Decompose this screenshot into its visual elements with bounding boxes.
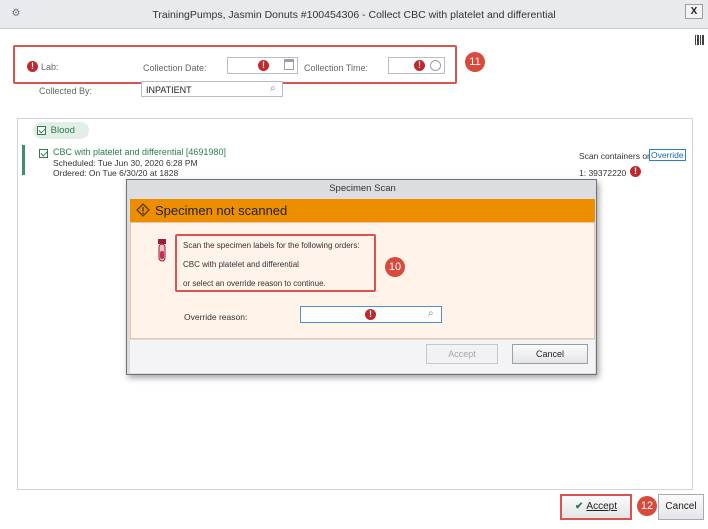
override-reason-required-icon: ! <box>365 309 376 320</box>
barcode-icon[interactable] <box>695 35 705 45</box>
window-title-bar: ⚙ TrainingPumps, Jasmin Donuts #10045430… <box>0 0 708 29</box>
warning-banner-text: Specimen not scanned <box>155 203 288 218</box>
callout-10: 10 <box>385 257 405 277</box>
callout-12: 12 <box>637 496 657 516</box>
override-reason-label: Override reason: <box>184 312 248 322</box>
container-required-icon: ! <box>630 166 641 177</box>
order-checkbox[interactable] <box>39 148 48 159</box>
instruction-line-3: or select an override reason to continue… <box>183 279 326 288</box>
instruction-line-2: CBC with platelet and differential <box>183 260 299 269</box>
override-search-icon[interactable]: ⌕ <box>428 308 434 319</box>
search-icon[interactable]: ⌕ <box>270 83 276 94</box>
dialog-footer: Accept Cancel <box>130 340 595 373</box>
clock-icon[interactable] <box>430 60 441 71</box>
collection-time-field[interactable]: ! <box>388 57 445 74</box>
container-id: 1: 39372220 <box>579 168 627 178</box>
collected-by-value: INPATIENT <box>146 85 192 95</box>
dialog-title: Specimen Scan <box>329 183 396 194</box>
order-ordered: Ordered: On Tue 6/30/20 at 1828 <box>53 168 179 178</box>
window-title: TrainingPumps, Jasmin Donuts #100454306 … <box>152 9 556 21</box>
accept-button[interactable]: ✔ Accept <box>560 494 632 520</box>
order-accent-bar <box>22 145 25 175</box>
collected-by-field[interactable]: INPATIENT ⌕ <box>141 81 283 97</box>
lab-required-icon: ! <box>27 61 38 72</box>
dialog-cancel-button[interactable]: Cancel <box>512 344 588 364</box>
calendar-icon[interactable] <box>284 59 294 70</box>
close-button[interactable]: X <box>685 4 703 19</box>
scan-containers-text: Scan containers or <box>579 151 650 161</box>
order-scheduled: Scheduled: Tue Jun 30, 2020 6:28 PM <box>53 158 198 168</box>
warning-icon <box>136 203 150 217</box>
collection-time-required-icon: ! <box>414 60 425 71</box>
blood-group-checkbox[interactable] <box>37 125 46 135</box>
warning-banner: Specimen not scanned <box>130 199 595 222</box>
override-link[interactable]: Override <box>649 149 686 161</box>
collection-date-label: Collection Date: <box>143 63 207 73</box>
blood-group-label: Blood <box>50 125 75 136</box>
blood-group-header[interactable]: Blood <box>33 122 89 139</box>
lab-label: Lab: <box>41 62 59 72</box>
collection-date-required-icon: ! <box>258 60 269 71</box>
callout-11: 11 <box>465 52 485 72</box>
order-title: CBC with platelet and differential [4691… <box>53 147 226 157</box>
collection-time-label: Collection Time: <box>304 63 369 73</box>
instruction-line-1: Scan the specimen labels for the followi… <box>183 241 360 250</box>
collection-date-field[interactable]: ! <box>227 57 298 74</box>
cancel-button[interactable]: Cancel <box>658 494 704 520</box>
dialog-accept-button[interactable]: Accept <box>426 344 498 364</box>
override-reason-input[interactable]: ! ⌕ <box>300 306 442 323</box>
check-icon: ✔ <box>575 501 584 512</box>
collected-by-label: Collected By: <box>39 86 93 96</box>
specimen-tube-icon <box>158 239 166 262</box>
